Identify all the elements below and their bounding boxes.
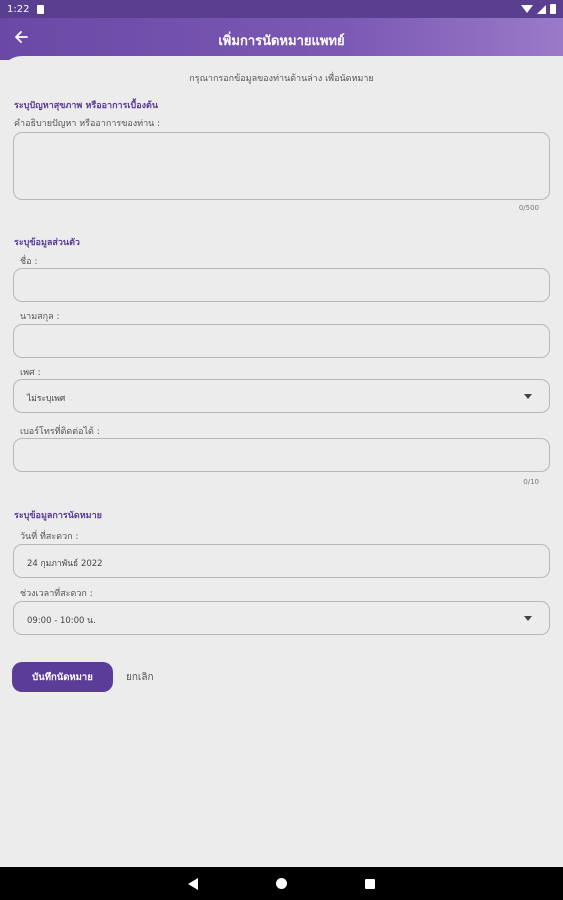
description-counter: 0/500 [518,204,539,212]
caret-down-icon [524,394,532,399]
section-title-appointment: ระบุข้อมูลการนัดหมาย [14,511,102,521]
status-icons [521,4,556,14]
form-instruction: กรุณากรอกข้อมูลของท่านด้านล่าง เพื่อนัดห… [189,74,374,84]
section-title-personal: ระบุข้อมูลส่วนตัว [14,238,80,248]
phone-label: เบอร์โทรที่ติดต่อได้ : [20,427,100,437]
date-value: 24 กุมภาพันธ์ 2022 [27,559,103,569]
time-select[interactable]: 09:00 - 10:00 น. [13,601,550,635]
gender-select[interactable]: ไม่ระบุเพศ [13,379,550,413]
time-value: 09:00 - 10:00 น. [27,616,96,626]
date-label: วันที่ ที่สะดวก : [20,532,79,542]
nav-home-icon[interactable] [276,878,287,889]
system-nav-bar [0,867,563,900]
section-title-health: ระบุปัญหาสุขภาพ หรืออาการเบื้องต้น [14,101,158,111]
description-label: คำอธิบายปัญหา หรืออาการของท่าน : [14,119,161,129]
nav-recent-apps-icon[interactable] [365,878,375,889]
app-bar: เพิ่มการนัดหมายแพทย์ [0,18,563,60]
last-name-label: นามสกุล : [20,312,60,322]
date-field[interactable]: 24 กุมภาพันธ์ 2022 [13,544,550,578]
status-bar: 1:22 [0,0,563,18]
time-label: ช่วงเวลาที่สะดวก : [20,589,93,599]
caret-down-icon [524,616,532,621]
status-time: 1:22 [7,3,30,15]
sd-card-icon [37,4,45,14]
phone-field[interactable] [13,438,550,472]
form-container: กรุณากรอกข้อมูลของท่านด้านล่าง เพื่อนัดห… [0,56,563,867]
description-textarea[interactable] [13,132,550,200]
first-name-field[interactable] [13,268,550,302]
battery-icon [550,4,556,14]
last-name-field[interactable] [13,324,550,358]
cancel-button[interactable]: ยกเลิก [126,670,154,685]
gender-value: ไม่ระบุเพศ [27,394,66,404]
gender-label: เพศ : [20,368,41,378]
save-appointment-button[interactable]: บันทึกนัดหมาย [12,662,113,692]
wifi-icon [521,5,533,13]
phone-counter: 0/10 [523,478,539,486]
first-name-label: ชื่อ : [20,257,38,267]
nav-back-icon[interactable] [188,877,198,890]
signal-icon [537,4,546,14]
page-title: เพิ่มการนัดหมายแพทย์ [218,34,345,49]
